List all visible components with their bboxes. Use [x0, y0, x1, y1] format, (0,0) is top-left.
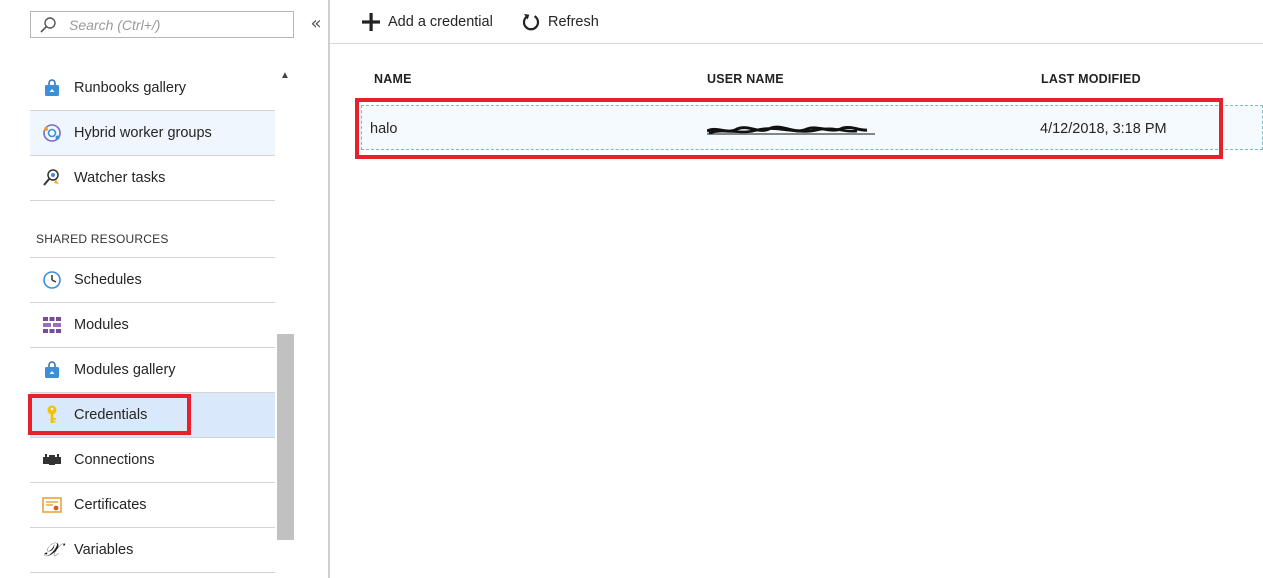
- section-label: SHARED RESOURCES: [36, 232, 169, 246]
- menu-item-modules-gallery[interactable]: Modules gallery: [30, 348, 275, 393]
- scrollbar-thumb[interactable]: [277, 334, 294, 540]
- refresh-icon: [520, 11, 542, 33]
- menu-item-label: Schedules: [74, 272, 142, 288]
- plug-icon: [42, 450, 62, 470]
- menu-item-label: Variables: [74, 542, 134, 558]
- table-header: NAME USER NAME LAST MODIFIED: [330, 72, 1263, 92]
- plus-icon: [360, 11, 382, 33]
- menu-item-connections[interactable]: Connections: [30, 438, 275, 483]
- bag-icon: [42, 78, 62, 98]
- menu-item-certificates[interactable]: Certificates: [30, 483, 275, 528]
- menu-item-label: Certificates: [74, 497, 147, 513]
- menu-item-schedules[interactable]: Schedules: [30, 258, 275, 303]
- hybrid-worker-icon: [42, 123, 62, 143]
- menu-item-label: Runbooks gallery: [74, 80, 187, 96]
- search-input[interactable]: [69, 15, 289, 34]
- column-header-name[interactable]: NAME: [374, 72, 412, 86]
- section-header-shared-resources: SHARED RESOURCES: [30, 201, 275, 258]
- menu-item-variables[interactable]: 𝒳 Variables: [30, 528, 275, 573]
- highlight-box-credentials: [28, 394, 191, 435]
- menu-item-label: Modules gallery: [74, 362, 176, 378]
- menu-item-runbooks-gallery[interactable]: Runbooks gallery: [30, 66, 275, 111]
- add-credential-button[interactable]: Add a credential: [360, 10, 493, 34]
- certificate-icon: [42, 495, 62, 515]
- highlight-box-credential-row: [355, 98, 1223, 159]
- clock-icon: [42, 270, 62, 290]
- refresh-button[interactable]: Refresh: [520, 10, 599, 34]
- variable-x-icon: 𝒳: [43, 539, 61, 561]
- resource-menu: Runbooks gallery Hybrid worker groups Wa…: [30, 66, 275, 573]
- watcher-icon: [42, 168, 62, 188]
- menu-item-label: Modules: [74, 317, 129, 333]
- left-blade: « Runbooks gallery Hybrid worker groups …: [0, 0, 328, 578]
- menu-item-modules[interactable]: Modules: [30, 303, 275, 348]
- column-header-user-name[interactable]: USER NAME: [707, 72, 784, 86]
- menu-item-watcher-tasks[interactable]: Watcher tasks: [30, 156, 275, 201]
- credentials-blade: Add a credential Refresh NAME USER NAME …: [330, 0, 1263, 578]
- bag-icon: [42, 360, 62, 380]
- modules-icon: [42, 315, 62, 335]
- menu-item-label: Hybrid worker groups: [74, 125, 212, 141]
- refresh-label: Refresh: [548, 14, 599, 30]
- column-header-last-modified[interactable]: LAST MODIFIED: [1041, 72, 1141, 86]
- menu-item-hybrid-worker-groups[interactable]: Hybrid worker groups: [30, 111, 275, 156]
- menu-item-label: Connections: [74, 452, 155, 468]
- scroll-up-arrow[interactable]: ▲: [276, 68, 294, 84]
- add-credential-label: Add a credential: [388, 14, 493, 30]
- menu-item-label: Watcher tasks: [74, 170, 166, 186]
- collapse-menu-button[interactable]: «: [308, 12, 324, 36]
- command-bar: Add a credential Refresh: [330, 0, 1263, 44]
- search-box[interactable]: [30, 11, 294, 38]
- search-icon: [39, 16, 57, 34]
